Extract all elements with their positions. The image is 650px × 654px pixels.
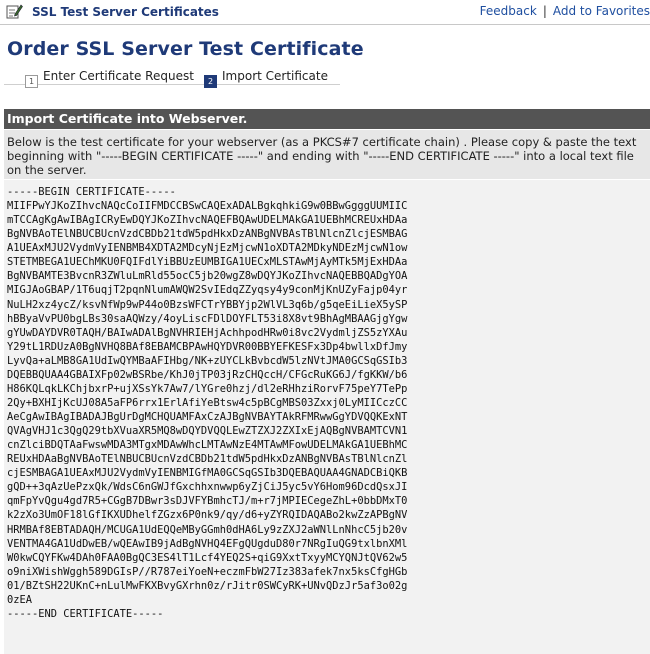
instructions-text: Below is the test certificate for your w… bbox=[4, 130, 650, 179]
certificate-line: MIGJAoGBAP/1T6uqjT2pqnNlumAWQW2SvIEdqZZy… bbox=[7, 284, 408, 297]
certificate-text[interactable]: -----BEGIN CERTIFICATE----- MIIFPwYJKoZI… bbox=[7, 185, 407, 621]
certificate-line: STETMBEGA1UEChMKU0FQIFdlYiBBUzEUMBIGA1UE… bbox=[7, 256, 408, 269]
step-divider bbox=[4, 84, 340, 85]
certificate-line: 2Qy+BXHIjKcUJ08A5aFP6rrx1ErlAfiYeBtsw4c5… bbox=[7, 396, 408, 409]
step-label: Enter Certificate Request bbox=[43, 69, 194, 83]
certificate-line: -----END CERTIFICATE----- bbox=[7, 607, 164, 620]
certificate-line: 01/BZtSH22UKnC+nLulMwFKXBvyGXrhn0z/rJitr… bbox=[7, 579, 408, 592]
certificate-line: HRMBAf8EBTADAQH/MCUGA1UdEQQeMByGGmh0dHA6… bbox=[7, 523, 408, 536]
certificate-line: AeCgAwIBAgIBADAJBgUrDgMCHQUAMFAxCzAJBgNV… bbox=[7, 411, 408, 423]
feedback-link[interactable]: Feedback bbox=[480, 4, 537, 18]
certificate-line: cnZlciBDQTAaFwswMDA3MTgxMDAwWhcLMTAwNzE4… bbox=[7, 439, 408, 452]
certificate-line: o9niXWishWggh589DGIsP//R787eiYoeN+eczmFb… bbox=[7, 565, 408, 578]
step-enter-request[interactable]: 1 Enter Certificate Request bbox=[25, 69, 194, 88]
certificate-line: cjESMBAGA1UEAxMJU2VydmVyIENBMIGfMA0GCSqG… bbox=[7, 467, 408, 480]
certificate-line: DQEBBQUAA4GBAIXFp02wBSRbe/KhJ0jTP03jRzCH… bbox=[7, 368, 408, 381]
certificate-line: NuLH2xz4ycZ/ksvNfWp9wP44o0BzsWFCTrYBBYjp… bbox=[7, 298, 408, 311]
certificate-line: k2zXo3UmOF18lGfIKXUDhelfZGzx6P0nk9/qy/d6… bbox=[7, 509, 408, 522]
add-to-favorites-link[interactable]: Add to Favorites bbox=[553, 4, 650, 18]
app-title: SSL Test Server Certificates bbox=[32, 5, 219, 19]
certificate-line: BgNVBAoTElNBUCBUcnVzdCBDb21tdW5pdHkxDzAN… bbox=[7, 228, 408, 241]
top-bar: SSL Test Server Certificates Feedback | Ad… bbox=[0, 0, 650, 25]
certificate-line: mTCCAgKgAwIBAgICRyEwDQYJKoZIhvcNAQEFBQAw… bbox=[7, 214, 408, 227]
header-links: Feedback | Add to Favorites bbox=[480, 4, 650, 18]
certificate-line: QVAgVHJ1c3QgQ29tbXVuaXR5MQ8wDQYDVQQLEwZT… bbox=[7, 425, 408, 438]
step-label: Import Certificate bbox=[222, 69, 328, 83]
certificate-line: gQD++3qAzUePzxQk/WdsC6nGWJfGxchhxnwwp6yZ… bbox=[7, 481, 408, 494]
certificate-line: qmFpYvQgu4gd7R5+CGgB7DBwr3sDJVFYBmhcTJ/m… bbox=[7, 495, 408, 508]
link-separator: | bbox=[542, 4, 547, 18]
certificate-line: Y29tL1RDUzA0BgNVHQ8BAf8EBAMCBPAwHQYDVR00… bbox=[7, 340, 408, 353]
step-number: 1 bbox=[25, 75, 38, 88]
certificate-line: hBByaVvPU0bgLBs30saAQWzy/4oyLiscFDlDOYFL… bbox=[7, 312, 408, 325]
certificate-line: gYUwDAYDVR0TAQH/BAIwADAlBgNVHRIEHjAchhpo… bbox=[7, 326, 408, 339]
certificate-box[interactable]: -----BEGIN CERTIFICATE----- MIIFPwYJKoZI… bbox=[4, 180, 650, 654]
certificate-line: REUxHDAaBgNVBAoTElNBUCBUcnVzdCBDb21tdW5p… bbox=[7, 453, 408, 466]
certificate-pencil-icon bbox=[6, 4, 23, 19]
section-header: Import Certificate into Webserver. bbox=[4, 109, 650, 129]
certificate-line: LyvQa+aLMB8GA1UdIwQYMBaAFIHbg/NK+zUYCLkB… bbox=[7, 354, 408, 367]
certificate-line: MIIFPwYJKoZIhvcNAQcCoIIFMDCCBSwCAQExADAL… bbox=[7, 200, 408, 213]
certificate-line: H86KQLqkLKChjbxrP+ujXSsYk7Aw7/lYGre0hzj/… bbox=[7, 382, 408, 395]
page-title: Order SSL Server Test Certificate bbox=[7, 38, 364, 60]
step-indicator: 1 Enter Certificate Request 2 Import Certi… bbox=[0, 66, 650, 88]
certificate-line: 0zEA bbox=[7, 593, 33, 606]
step-import-certificate[interactable]: 2 Import Certificate bbox=[204, 69, 328, 88]
certificate-line: VENTMA4GA1UdDwEB/wQEAwIB9jAdBgNVHQ4EFgQU… bbox=[7, 537, 408, 550]
certificate-line: BgNVBAMTE3BvcnR3ZWluLmRld55ocC5jb20wgZ8w… bbox=[7, 270, 408, 283]
certificate-line: -----BEGIN CERTIFICATE----- bbox=[7, 186, 176, 198]
certificate-line: A1UEAxMJU2VydmVyIENBMB4XDTA2MDcyNjEzMjcw… bbox=[7, 242, 408, 255]
certificate-line: W0kwCQYFKw4DAh0FAA0BgQC3ES4lT1Lcf4YEQ2S+… bbox=[7, 551, 408, 564]
step-number: 2 bbox=[204, 75, 217, 88]
